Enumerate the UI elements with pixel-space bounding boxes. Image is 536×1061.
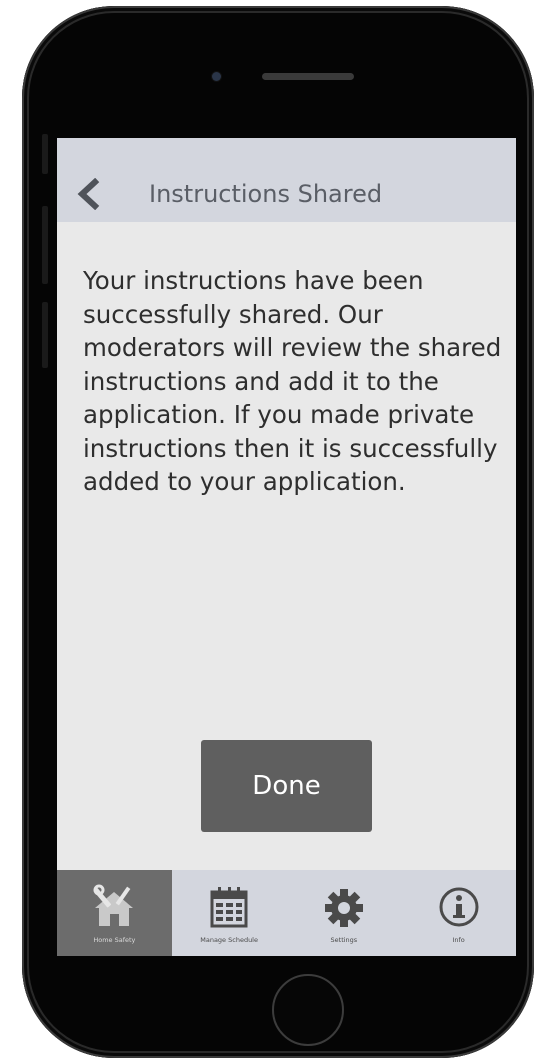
volume-down-button — [42, 302, 48, 368]
calendar-icon — [210, 887, 248, 928]
home-tools-icon — [93, 884, 134, 926]
chevron-left-icon[interactable] — [75, 178, 101, 210]
mute-switch — [42, 134, 48, 174]
tab-settings[interactable]: Settings — [287, 870, 402, 956]
done-button[interactable]: Done — [201, 740, 372, 832]
volume-up-button — [42, 206, 48, 284]
page-title: Instructions Shared — [149, 180, 383, 208]
front-camera — [212, 72, 221, 81]
home-button[interactable] — [272, 974, 344, 1046]
nav-header: Instructions Shared — [57, 138, 516, 222]
tab-manage-schedule[interactable]: Manage Schedule — [172, 870, 287, 956]
tab-home-safety[interactable]: Home Safety — [57, 870, 172, 956]
tab-label: Home Safety — [93, 936, 136, 944]
app-screen: Instructions Shared Your instructions ha… — [57, 138, 516, 956]
earpiece-speaker — [262, 73, 354, 80]
info-icon — [439, 887, 479, 927]
gear-icon — [324, 889, 363, 927]
tab-label: Info — [452, 936, 465, 944]
tab-info[interactable]: Info — [401, 870, 516, 956]
bottom-tab-bar: Home Safety Manage Schedule Settings Inf… — [57, 870, 516, 956]
confirmation-message: Your instructions have been successfully… — [83, 266, 502, 496]
tab-label: Settings — [330, 936, 358, 944]
tab-label: Manage Schedule — [200, 936, 258, 944]
